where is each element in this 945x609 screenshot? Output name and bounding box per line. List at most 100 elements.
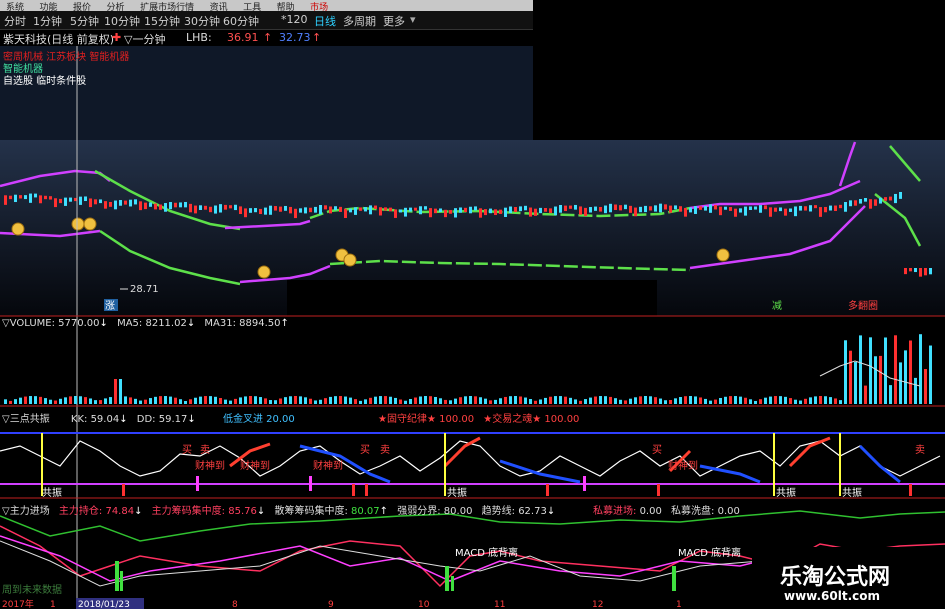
candle [649, 206, 652, 211]
volume-bar [769, 396, 772, 404]
volume-bar [674, 398, 677, 404]
volume-bar [819, 396, 822, 404]
candle [574, 204, 577, 210]
menu-item-tools[interactable]: 工具 [243, 3, 261, 11]
candle [874, 199, 877, 206]
period-tab-1min[interactable]: 1分钟 [33, 13, 62, 29]
volume-bar [299, 396, 302, 404]
volume-bar [279, 398, 282, 404]
volume-bar [389, 396, 392, 404]
volume-bar [439, 398, 442, 404]
candle [309, 207, 312, 213]
volume-bar [174, 397, 177, 404]
volume-bar [359, 400, 362, 404]
volume-bar [424, 396, 427, 404]
minute-marker: ▽一分钟 [124, 33, 166, 46]
period-tab-15min[interactable]: 15分钟 [144, 13, 180, 29]
period-tab-timeshare[interactable]: 分时 [4, 13, 26, 29]
candle [9, 195, 12, 200]
menu-item-market[interactable]: 市场 [310, 3, 328, 11]
candle [444, 209, 447, 218]
block-info: 密周机械 江苏板块 智能机器 智能机器 自选股 临时条件股 [3, 52, 129, 88]
candle [484, 209, 487, 216]
svg-text:财神到: 财神到 [195, 459, 225, 472]
volume-bar [384, 396, 387, 404]
candle [179, 202, 182, 208]
volume-bar [309, 398, 312, 404]
volume-bar [464, 396, 467, 404]
candle [909, 268, 912, 272]
volume-bar [349, 397, 352, 404]
period-tab-5min[interactable]: 5分钟 [70, 13, 99, 29]
candle [24, 195, 27, 200]
candle [434, 208, 437, 214]
candle [919, 268, 922, 277]
candle [129, 199, 132, 207]
volume-bar [434, 396, 437, 404]
period-tab-60min[interactable]: 60分钟 [223, 13, 259, 29]
volume-bar [744, 397, 747, 404]
candle [149, 202, 152, 207]
volume-bar [879, 355, 882, 404]
volume-bar [569, 397, 572, 404]
volume-bar [64, 397, 67, 404]
candle [419, 206, 422, 215]
candle [274, 206, 277, 211]
period-tab-daily[interactable]: 日线 [314, 13, 336, 29]
candle [454, 208, 457, 218]
period-tab-more[interactable]: 更多 [383, 13, 405, 29]
volume-bar [314, 400, 317, 404]
volume-bar [544, 397, 547, 404]
block-line-2: 智能机器 [3, 64, 43, 75]
candle [624, 204, 627, 210]
chevron-down-icon[interactable]: ▾ [410, 13, 416, 26]
period-tab-multi[interactable]: 多周期 [343, 13, 376, 29]
candle [459, 207, 462, 213]
volume-bar [324, 398, 327, 404]
period-tab-120[interactable]: *120 [281, 13, 308, 26]
menu-item-analysis[interactable]: 分析 [107, 3, 125, 11]
volume-bar [289, 396, 292, 404]
volume-bar [19, 397, 22, 404]
volume-bar [474, 396, 477, 404]
menu-item-system[interactable]: 系统 [6, 3, 24, 11]
volume-bar [9, 400, 12, 404]
volume-bar [884, 337, 887, 404]
candle [184, 201, 187, 208]
candle [754, 206, 757, 210]
volume-bar [919, 334, 922, 404]
candle [769, 207, 772, 217]
volume-bar [524, 397, 527, 404]
menu-item-function[interactable]: 功能 [40, 3, 58, 11]
candle [504, 207, 507, 217]
menu-item-help[interactable]: 帮助 [277, 3, 295, 11]
period-tab-10min[interactable]: 10分钟 [104, 13, 140, 29]
candle [279, 206, 282, 212]
candle [349, 208, 352, 213]
volume-bar [54, 400, 57, 404]
svg-text:8: 8 [232, 600, 238, 609]
period-tab-30min[interactable]: 30分钟 [184, 13, 220, 29]
menu-item-info[interactable]: 资讯 [210, 3, 228, 11]
candle [329, 206, 332, 214]
candle [99, 199, 102, 204]
menu-item-quote[interactable]: 报价 [73, 3, 91, 11]
volume-bar [134, 398, 137, 404]
volume-bar [514, 396, 517, 404]
candle [619, 205, 622, 211]
candle [849, 200, 852, 207]
candle [714, 204, 717, 210]
candle [659, 203, 662, 213]
candle [114, 200, 117, 210]
volume-bar [804, 398, 807, 404]
volume-bar [484, 398, 487, 404]
candle [499, 209, 502, 214]
bottom-note: 周到未来数据 [2, 583, 62, 596]
volume-bar [89, 398, 92, 404]
menu-item-ext-market[interactable]: 扩展市场行情 [140, 3, 194, 11]
volume-bar [814, 396, 817, 404]
volume-bar [809, 397, 812, 404]
volume-bar [429, 396, 432, 404]
candle [694, 206, 697, 214]
volume-bar [254, 396, 257, 404]
